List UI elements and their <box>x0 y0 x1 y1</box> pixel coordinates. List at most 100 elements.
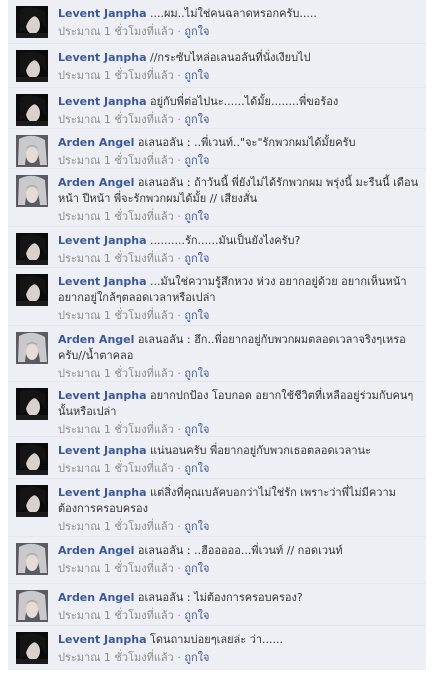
silver-hair-avatar[interactable] <box>16 135 48 167</box>
comment-meta: ประมาณ 1 ชั่วโมงที่แล้ว · ถูกใจ <box>58 24 420 40</box>
dark-hair-avatar[interactable] <box>16 6 48 38</box>
comment-body: Levent Janpha แต่สิ่งที่คุณเบลัคบอกว่าไม… <box>58 485 420 517</box>
comment-body: Arden Angel อเลนอลัน : ถ้าวันนี้ พี่ยังไ… <box>58 175 420 207</box>
comment-text: อเลนอลัน : ..พี่เวนท์.."จะ"รักพวกผมได้มั… <box>137 136 356 149</box>
timestamp[interactable]: ประมาณ 1 ชั่วโมงที่แล้ว <box>58 210 174 223</box>
timestamp[interactable]: ประมาณ 1 ชั่วโมงที่แล้ว <box>58 113 174 126</box>
like-link[interactable]: ถูกใจ <box>184 69 209 82</box>
separator: · <box>177 69 181 82</box>
like-link[interactable]: ถูกใจ <box>184 520 209 533</box>
dark-hair-avatar[interactable] <box>16 632 48 664</box>
like-link[interactable]: ถูกใจ <box>184 462 209 475</box>
comment-body: Levent Janpha อยากปกป้อง โอบกอด อยากใช้ช… <box>58 388 420 420</box>
author-link[interactable]: Arden Angel <box>58 176 134 189</box>
timestamp[interactable]: ประมาณ 1 ชั่วโมงที่แล้ว <box>58 609 174 622</box>
comment-item: Arden Angel อเลนอลัน : ไม่ต้องการครอบครอ… <box>8 584 426 626</box>
comment-meta: ประมาณ 1 ชั่วโมงที่แล้ว · ถูกใจ <box>58 153 420 169</box>
dark-hair-avatar[interactable] <box>16 233 48 265</box>
like-link[interactable]: ถูกใจ <box>184 154 209 167</box>
timestamp[interactable]: ประมาณ 1 ชั่วโมงที่แล้ว <box>58 562 174 575</box>
author-link[interactable]: Levent Janpha <box>58 444 147 457</box>
author-link[interactable]: Arden Angel <box>58 591 134 604</box>
timestamp[interactable]: ประมาณ 1 ชั่วโมงที่แล้ว <box>58 154 174 167</box>
comment-text: โดนถามบ่อยๆเลยล่ะ ว่า...... <box>150 633 284 646</box>
comment-meta: ประมาณ 1 ชั่วโมงที่แล้ว · ถูกใจ <box>58 68 420 84</box>
comment-meta: ประมาณ 1 ชั่วโมงที่แล้ว · ถูกใจ <box>58 561 420 577</box>
silver-hair-avatar[interactable] <box>16 543 48 575</box>
like-link[interactable]: ถูกใจ <box>184 651 209 664</box>
like-link[interactable]: ถูกใจ <box>184 113 209 126</box>
comment-meta: ประมาณ 1 ชั่วโมงที่แล้ว · ถูกใจ <box>58 608 420 624</box>
comment-item: Levent Janpha ..........รัก......มันเป็น… <box>8 227 426 268</box>
timestamp[interactable]: ประมาณ 1 ชั่วโมงที่แล้ว <box>58 423 174 436</box>
author-link[interactable]: Arden Angel <box>58 333 134 346</box>
comment-item: Levent Janpha โดนถามบ่อยๆเลยล่ะ ว่า.....… <box>8 626 426 670</box>
author-link[interactable]: Levent Janpha <box>58 7 147 20</box>
dark-hair-avatar[interactable] <box>16 443 48 475</box>
author-link[interactable]: Levent Janpha <box>58 95 147 108</box>
comment-meta: ประมาณ 1 ชั่วโมงที่แล้ว · ถูกใจ <box>58 422 420 438</box>
silver-hair-avatar[interactable] <box>16 590 48 622</box>
timestamp[interactable]: ประมาณ 1 ชั่วโมงที่แล้ว <box>58 367 174 380</box>
comment-item: Arden Angel อเลนอลัน : ..พี่เวนท์.."จะ"ร… <box>8 129 426 169</box>
timestamp[interactable]: ประมาณ 1 ชั่วโมงที่แล้ว <box>58 252 174 265</box>
dark-hair-avatar[interactable] <box>16 50 48 82</box>
separator: · <box>177 562 181 575</box>
timestamp[interactable]: ประมาณ 1 ชั่วโมงที่แล้ว <box>58 25 174 38</box>
comment-item: Arden Angel อเลนอลัน : ถ้าวันนี้ พี่ยังไ… <box>8 169 426 227</box>
comment-text: ....ผม..ไม่ใช่คนฉลาดหรอกครับ..... <box>150 7 317 20</box>
timestamp[interactable]: ประมาณ 1 ชั่วโมงที่แล้ว <box>58 651 174 664</box>
separator: · <box>177 210 181 223</box>
silver-hair-avatar[interactable] <box>16 175 48 207</box>
like-link[interactable]: ถูกใจ <box>184 210 209 223</box>
comment-item: Arden Angel อเลนอลัน : ฮึก..พี่อยากอยู่ก… <box>8 326 426 382</box>
author-link[interactable]: Levent Janpha <box>58 486 147 499</box>
comment-body: Levent Janpha อยู่กับพี่ต่อไปนะ......ได้… <box>58 94 420 110</box>
like-link[interactable]: ถูกใจ <box>184 25 209 38</box>
author-link[interactable]: Levent Janpha <box>58 51 147 64</box>
like-link[interactable]: ถูกใจ <box>184 367 209 380</box>
author-link[interactable]: Arden Angel <box>58 136 134 149</box>
separator: · <box>177 25 181 38</box>
comment-body: Arden Angel อเลนอลัน : ฮึก..พี่อยากอยู่ก… <box>58 332 420 364</box>
timestamp[interactable]: ประมาณ 1 ชั่วโมงที่แล้ว <box>58 69 174 82</box>
comment-text: แน่นอนครับ พี่อยากอยู่กับพวกเธอตลอดเวลาน… <box>150 444 371 457</box>
comment-text: อยู่กับพี่ต่อไปนะ......ได้มั้ย........พี… <box>150 95 339 108</box>
author-link[interactable]: Levent Janpha <box>58 633 147 646</box>
timestamp[interactable]: ประมาณ 1 ชั่วโมงที่แล้ว <box>58 309 174 322</box>
comment-body: Levent Janpha ...มันใช่ความรู้สึกหวง ห่ว… <box>58 274 420 306</box>
comment-text: อเลนอลัน : ไม่ต้องการครอบครอง? <box>137 591 303 604</box>
timestamp[interactable]: ประมาณ 1 ชั่วโมงที่แล้ว <box>58 520 174 533</box>
comment-body: Levent Janpha โดนถามบ่อยๆเลยล่ะ ว่า.....… <box>58 632 420 648</box>
dark-hair-avatar[interactable] <box>16 94 48 126</box>
comment-body: Levent Janpha แน่นอนครับ พี่อยากอยู่กับพ… <box>58 443 420 459</box>
separator: · <box>177 520 181 533</box>
like-link[interactable]: ถูกใจ <box>184 562 209 575</box>
dark-hair-avatar[interactable] <box>16 485 48 517</box>
comment-item: Levent Janpha อยากปกป้อง โอบกอด อยากใช้ช… <box>8 382 426 437</box>
like-link[interactable]: ถูกใจ <box>184 423 209 436</box>
like-link[interactable]: ถูกใจ <box>184 609 209 622</box>
comment-item: Levent Janpha อยู่กับพี่ต่อไปนะ......ได้… <box>8 88 426 129</box>
comment-item: Levent Janpha แต่สิ่งที่คุณเบลัคบอกว่าไม… <box>8 479 426 537</box>
comment-item: Arden Angel อเลนอลัน : ..ฮือออออ...พี่เว… <box>8 537 426 584</box>
separator: · <box>177 154 181 167</box>
separator: · <box>177 462 181 475</box>
comment-meta: ประมาณ 1 ชั่วโมงที่แล้ว · ถูกใจ <box>58 308 420 324</box>
dark-hair-avatar[interactable] <box>16 388 48 420</box>
dark-hair-avatar[interactable] <box>16 274 48 306</box>
separator: · <box>177 423 181 436</box>
comment-text: อเลนอลัน : ..ฮือออออ...พี่เวนท์ // กอดเว… <box>137 544 343 557</box>
author-link[interactable]: Levent Janpha <box>58 275 147 288</box>
comment-meta: ประมาณ 1 ชั่วโมงที่แล้ว · ถูกใจ <box>58 209 420 225</box>
author-link[interactable]: Levent Janpha <box>58 234 147 247</box>
author-link[interactable]: Levent Janpha <box>58 389 147 402</box>
separator: · <box>177 309 181 322</box>
silver-hair-avatar[interactable] <box>16 332 48 364</box>
timestamp[interactable]: ประมาณ 1 ชั่วโมงที่แล้ว <box>58 462 174 475</box>
comment-meta: ประมาณ 1 ชั่วโมงที่แล้ว · ถูกใจ <box>58 366 420 382</box>
like-link[interactable]: ถูกใจ <box>184 252 209 265</box>
author-link[interactable]: Arden Angel <box>58 544 134 557</box>
like-link[interactable]: ถูกใจ <box>184 309 209 322</box>
comment-meta: ประมาณ 1 ชั่วโมงที่แล้ว · ถูกใจ <box>58 650 420 666</box>
